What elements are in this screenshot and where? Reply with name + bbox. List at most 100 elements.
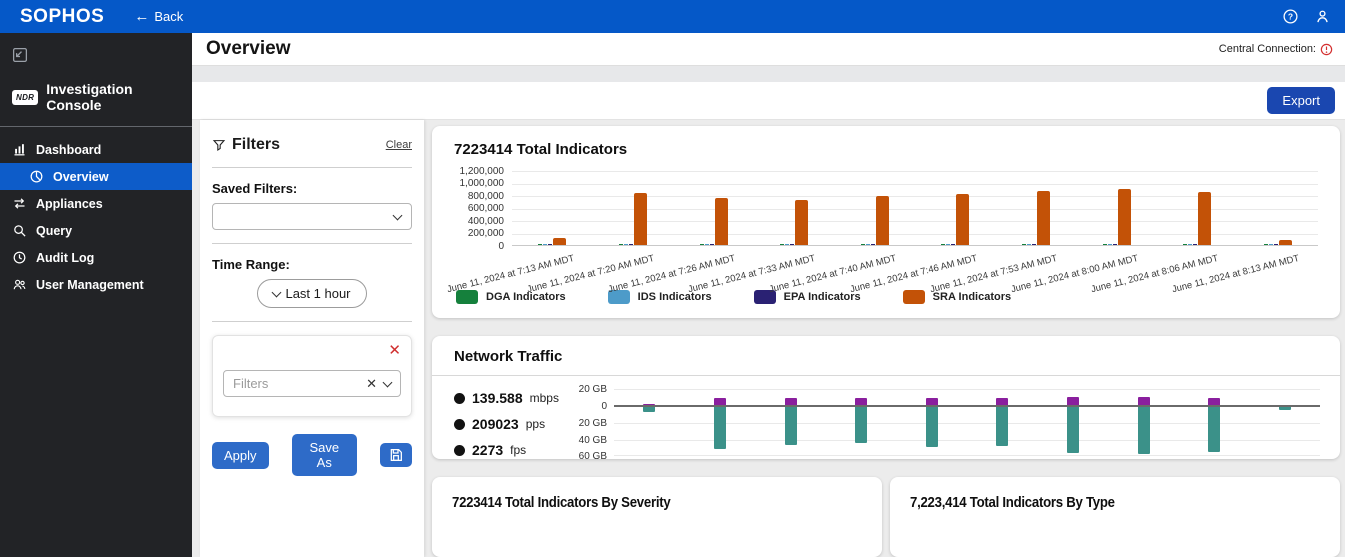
bar-down[interactable] xyxy=(855,407,867,443)
product-name: Investigation Console xyxy=(46,81,180,113)
bar-ids[interactable] xyxy=(1269,244,1273,245)
time-range-select[interactable]: Last 1 hour xyxy=(257,279,366,308)
sidebar-item-label: Audit Log xyxy=(36,251,94,265)
bar-sra[interactable] xyxy=(1198,192,1211,245)
bar-dga[interactable] xyxy=(538,244,542,245)
bar-dga[interactable] xyxy=(780,244,784,245)
legend-item-sra[interactable]: SRA Indicators xyxy=(903,290,1011,304)
bar-ids[interactable] xyxy=(543,244,547,245)
stat-dot-icon xyxy=(454,393,465,404)
bar-epa[interactable] xyxy=(1113,244,1117,245)
sidebar-item-query[interactable]: Query xyxy=(0,217,192,244)
bar-up[interactable] xyxy=(1138,397,1150,405)
clear-filters-link[interactable]: Clear xyxy=(386,139,412,151)
bar-down[interactable] xyxy=(1138,407,1150,454)
total-indicators-card: 7223414 Total Indicators 1,200,0001,000,… xyxy=(432,126,1340,318)
bar-dga[interactable] xyxy=(700,244,704,245)
sidebar-item-appliances[interactable]: Appliances xyxy=(0,190,192,217)
bar-epa[interactable] xyxy=(871,244,875,245)
bar-epa[interactable] xyxy=(790,244,794,245)
bar-sra[interactable] xyxy=(795,200,808,245)
bar-epa[interactable] xyxy=(1032,244,1036,245)
bar-sra[interactable] xyxy=(876,196,889,245)
sidebar-collapse-icon[interactable] xyxy=(11,46,29,64)
time-range-value: Last 1 hour xyxy=(285,286,350,301)
bar-dga[interactable] xyxy=(1183,244,1187,245)
bar-ids[interactable] xyxy=(1108,244,1112,245)
bar-epa[interactable] xyxy=(629,244,633,245)
legend-swatch xyxy=(903,290,925,304)
bar-sra[interactable] xyxy=(634,193,647,245)
y-tick-label: 800,000 xyxy=(468,191,504,202)
bar-epa[interactable] xyxy=(710,244,714,245)
bar-down[interactable] xyxy=(714,407,726,449)
sidebar-item-user-management[interactable]: User Management xyxy=(0,271,192,298)
sidebar-item-overview[interactable]: Overview xyxy=(0,163,192,190)
export-button[interactable]: Export xyxy=(1267,87,1335,114)
bar-dga[interactable] xyxy=(861,244,865,245)
bar-ids[interactable] xyxy=(1027,244,1031,245)
search-icon xyxy=(12,223,27,238)
bar-down[interactable] xyxy=(1279,407,1291,410)
bar-ids[interactable] xyxy=(1188,244,1192,245)
bar-sra[interactable] xyxy=(715,198,728,246)
bar-dga[interactable] xyxy=(619,244,623,245)
central-connection-label: Central Connection: xyxy=(1219,43,1316,55)
bar-ids[interactable] xyxy=(946,244,950,245)
bar-down[interactable] xyxy=(1067,407,1079,453)
clear-input-icon[interactable]: ✕ xyxy=(366,376,377,392)
filter-input[interactable] xyxy=(233,376,359,391)
back-arrow-icon: ← xyxy=(134,9,149,24)
y-tick-label: 600,000 xyxy=(468,203,504,214)
bar-dga[interactable] xyxy=(1022,244,1026,245)
bar-down[interactable] xyxy=(996,407,1008,446)
bar-down[interactable] xyxy=(1208,407,1220,452)
stat-dot-icon xyxy=(454,445,465,456)
bar-sra[interactable] xyxy=(956,194,969,245)
indicators-by-type-card: 7,223,414 Total Indicators By Type xyxy=(890,477,1340,557)
bar-epa[interactable] xyxy=(548,244,552,245)
stat-unit: mbps xyxy=(530,391,559,405)
users-icon xyxy=(12,277,27,292)
save-filter-button[interactable] xyxy=(380,443,412,467)
bar-epa[interactable] xyxy=(1274,244,1278,245)
bar-up[interactable] xyxy=(714,398,726,406)
bar-ids[interactable] xyxy=(866,244,870,245)
bar-epa[interactable] xyxy=(1193,244,1197,245)
bar-ids[interactable] xyxy=(705,244,709,245)
bar-sra[interactable] xyxy=(1118,189,1131,245)
remove-filter-icon[interactable]: ✕ xyxy=(388,341,401,359)
bar-epa[interactable] xyxy=(951,244,955,245)
bar-sra[interactable] xyxy=(553,238,566,245)
back-button[interactable]: ← Back xyxy=(134,9,183,24)
bar-group xyxy=(1103,189,1131,245)
sidebar-item-audit-log[interactable]: Audit Log xyxy=(0,244,192,271)
bar-up[interactable] xyxy=(1067,397,1079,405)
save-as-button[interactable]: Save As xyxy=(292,434,357,476)
user-icon[interactable] xyxy=(1314,8,1331,25)
bar-ids[interactable] xyxy=(785,244,789,245)
bar-dga[interactable] xyxy=(941,244,945,245)
bar-down[interactable] xyxy=(785,407,797,445)
bar-down[interactable] xyxy=(643,407,655,412)
bar-down[interactable] xyxy=(926,407,938,447)
alert-icon[interactable] xyxy=(1320,43,1333,56)
bar-up[interactable] xyxy=(926,398,938,406)
apply-button[interactable]: Apply xyxy=(212,442,269,469)
legend-item-dga[interactable]: DGA Indicators xyxy=(456,290,566,304)
swap-arrows-icon xyxy=(12,196,27,211)
bar-dga[interactable] xyxy=(1103,244,1107,245)
help-icon[interactable]: ? xyxy=(1282,8,1299,25)
sidebar-item-dashboard[interactable]: Dashboard xyxy=(0,136,192,163)
bar-sra[interactable] xyxy=(1279,240,1292,245)
bar-up[interactable] xyxy=(643,404,655,405)
filter-combobox[interactable]: ✕ xyxy=(223,370,401,397)
bar-up[interactable] xyxy=(855,398,867,405)
bar-up[interactable] xyxy=(785,398,797,405)
bar-sra[interactable] xyxy=(1037,191,1050,245)
bar-up[interactable] xyxy=(1208,398,1220,406)
bar-up[interactable] xyxy=(996,398,1008,405)
bar-dga[interactable] xyxy=(1264,244,1268,245)
saved-filters-select[interactable] xyxy=(212,203,412,230)
bar-ids[interactable] xyxy=(624,244,628,245)
